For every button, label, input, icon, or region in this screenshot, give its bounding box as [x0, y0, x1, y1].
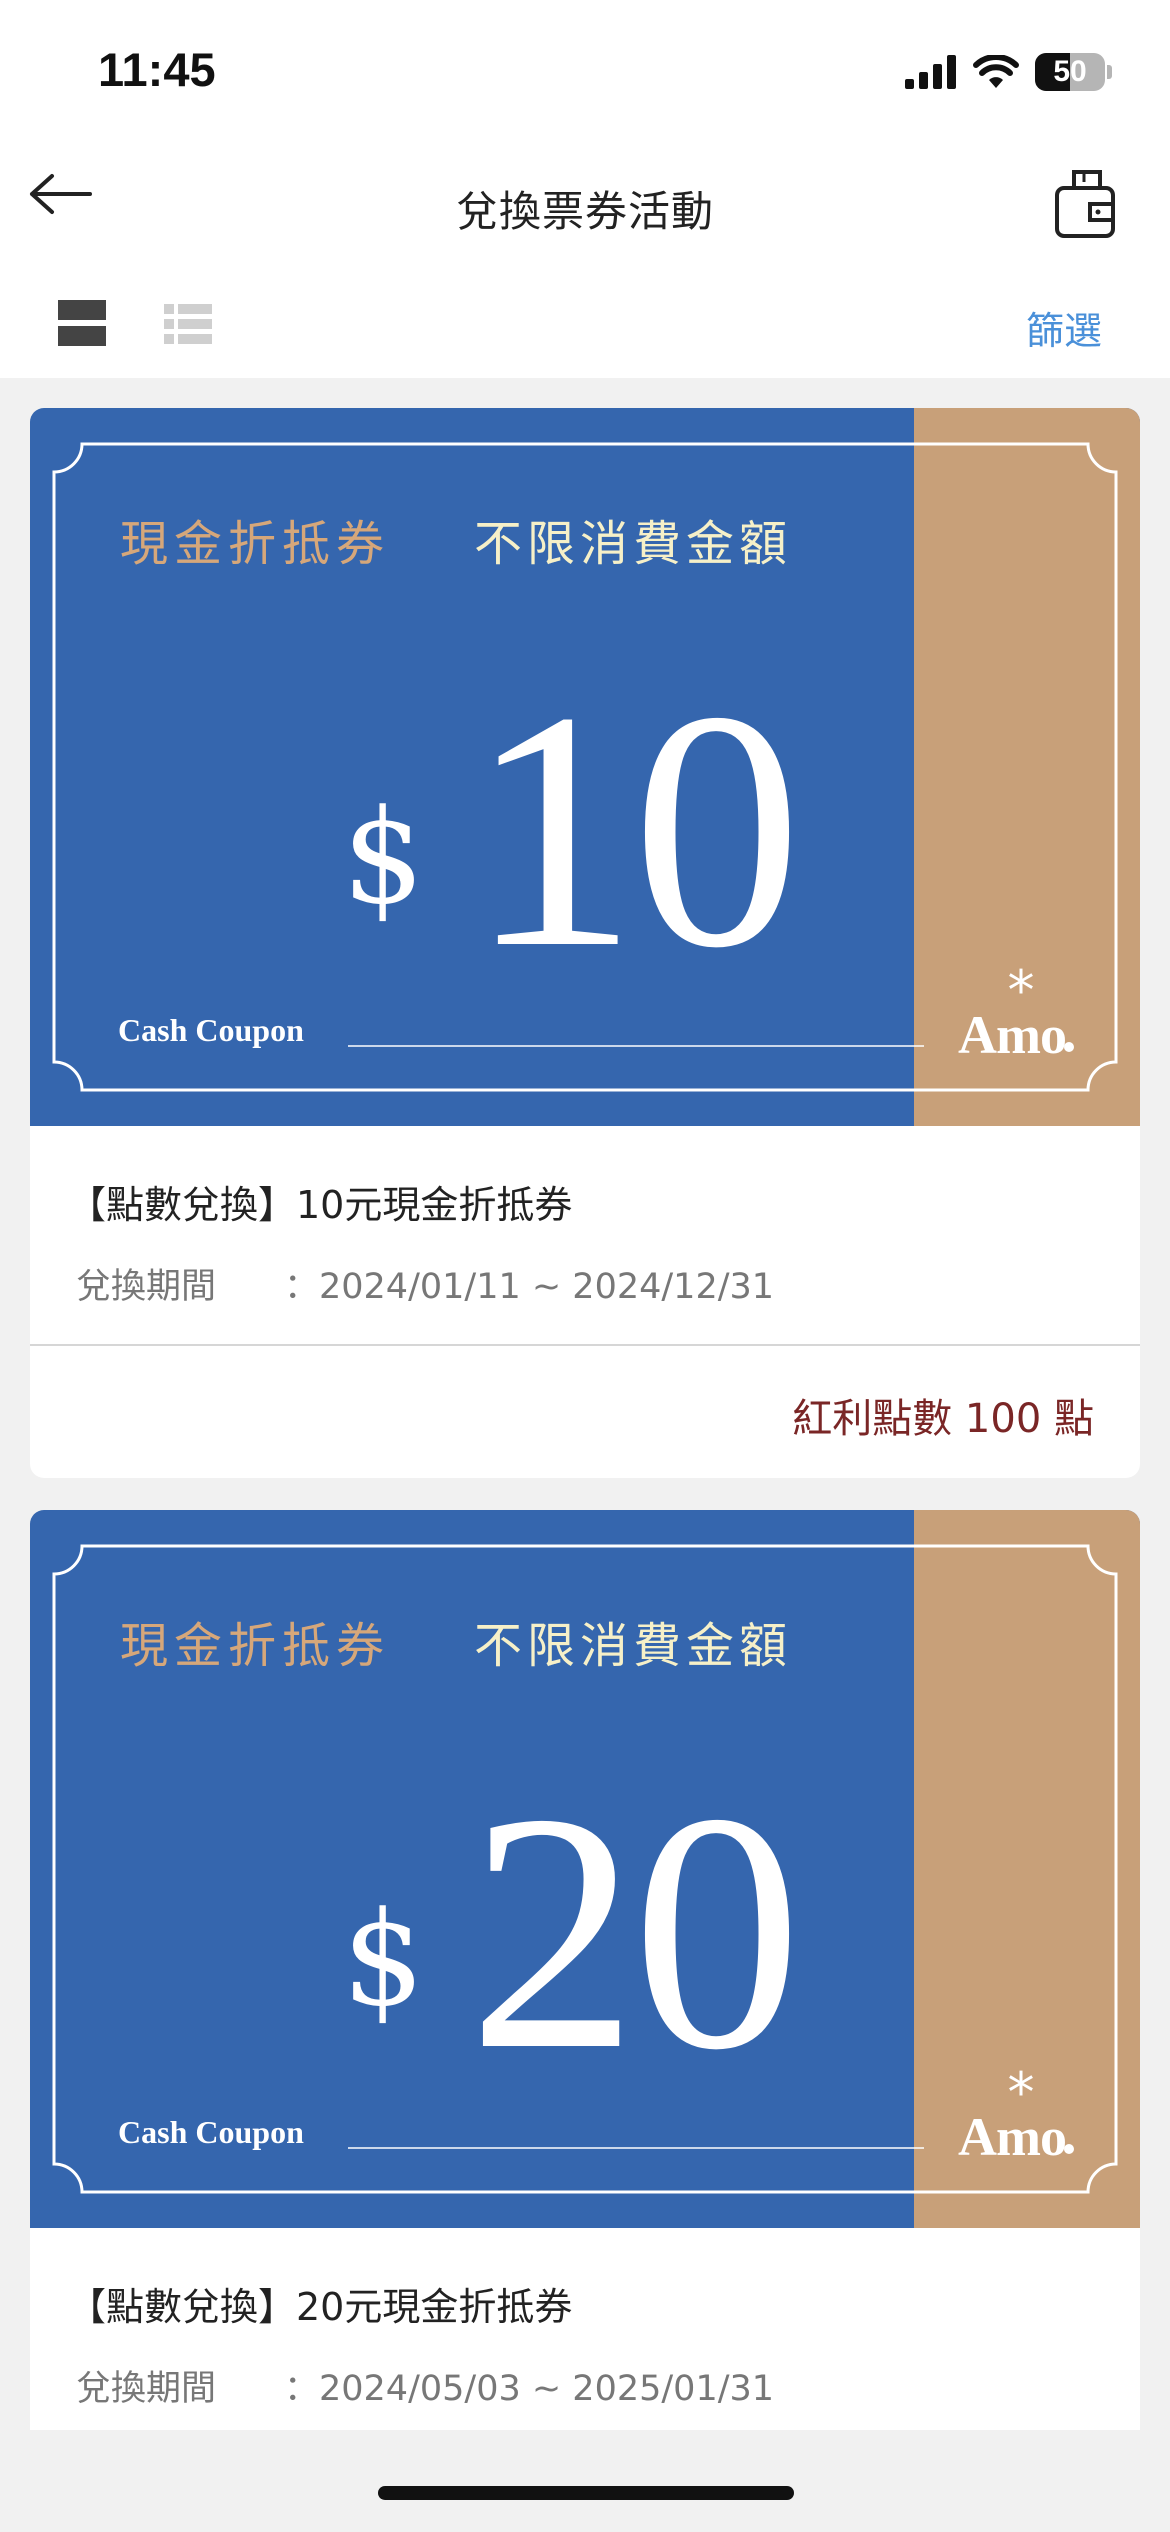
brand-logo: * Amo [942, 2066, 1082, 2186]
brand-logo: * Amo [942, 964, 1082, 1084]
card-info: 【點數兌換】10元現金折抵券 兌換期間 ：2024/01/11 ~ 2024/12… [30, 1126, 1140, 1478]
card-info: 【點數兌換】20元現金折抵券 兌換期間 ：2024/05/03 ~ 2025/01… [30, 2228, 1140, 2430]
top-area: 11:45 50 兌換票券活動 篩選 [0, 0, 1170, 378]
list-view-icon[interactable] [164, 304, 212, 344]
card-period: 兌換期間 ：2024/05/03 ~ 2025/01/31 [76, 2360, 774, 2411]
coupon-divider-line [348, 2147, 924, 2149]
logo-dot [1064, 2144, 1074, 2154]
coupon-label-en: Cash Coupon [118, 1012, 304, 1048]
battery-cap [1107, 65, 1112, 79]
coupon-currency: $ [342, 781, 425, 933]
logo-text: Amo [958, 1005, 1067, 1065]
coupon-condition: 不限消費金額 [474, 1618, 793, 1674]
signal-icon [905, 55, 956, 89]
coupon-divider-line [348, 1045, 924, 1047]
period-value: ：2024/01/11 ~ 2024/12/31 [284, 1267, 775, 1307]
logo-text: Amo [958, 2107, 1067, 2167]
coupon-banner: 現金折抵券 不限消費金額 $ 20 Cash Coupon * Amo [30, 1510, 1140, 2228]
coupon-currency: $ [342, 1883, 425, 2035]
coupon-card[interactable]: 現金折抵券 不限消費金額 $ 10 Cash Coupon * Amo 【點數兌… [30, 408, 1140, 1478]
coupon-label-en: Cash Coupon [118, 2114, 304, 2150]
coupon-type: 現金折抵券 [120, 516, 391, 572]
status-icons: 50 [905, 50, 1112, 94]
card-divider [30, 1344, 1140, 1346]
grid-view-icon[interactable] [58, 300, 106, 346]
wifi-icon [973, 55, 1019, 88]
coupon-condition: 不限消費金額 [474, 516, 793, 572]
battery-level: 50 [1053, 55, 1087, 88]
card-points: 紅利點數 100 點 [792, 1396, 1094, 1442]
filter-button[interactable]: 篩選 [1026, 300, 1102, 355]
home-indicator[interactable] [378, 2486, 794, 2500]
card-title: 【點數兌換】10元現金折抵券 [68, 1183, 573, 1227]
period-value: ：2024/05/03 ~ 2025/01/31 [284, 2369, 775, 2409]
card-title: 【點數兌換】20元現金折抵券 [68, 2285, 573, 2329]
wallet-icon[interactable] [1054, 168, 1116, 240]
battery-icon: 50 [1035, 53, 1105, 91]
period-label: 兌換期間 [76, 2369, 217, 2409]
coupon-type: 現金折抵券 [120, 1618, 391, 1674]
status-time: 11:45 [98, 43, 216, 96]
coupon-amount: 10 [468, 641, 802, 1018]
coupon-amount: 20 [468, 1743, 802, 2120]
logo-dot [1064, 1042, 1074, 1052]
period-label: 兌換期間 [76, 1267, 217, 1307]
coupon-banner: 現金折抵券 不限消費金額 $ 10 Cash Coupon * Amo [30, 408, 1140, 1126]
coupon-card[interactable]: 現金折抵券 不限消費金額 $ 20 Cash Coupon * Amo 【點數兌… [30, 1510, 1140, 2430]
page-title: 兌換票券活動 [455, 187, 714, 236]
card-period: 兌換期間 ：2024/01/11 ~ 2024/12/31 [76, 1258, 774, 1309]
